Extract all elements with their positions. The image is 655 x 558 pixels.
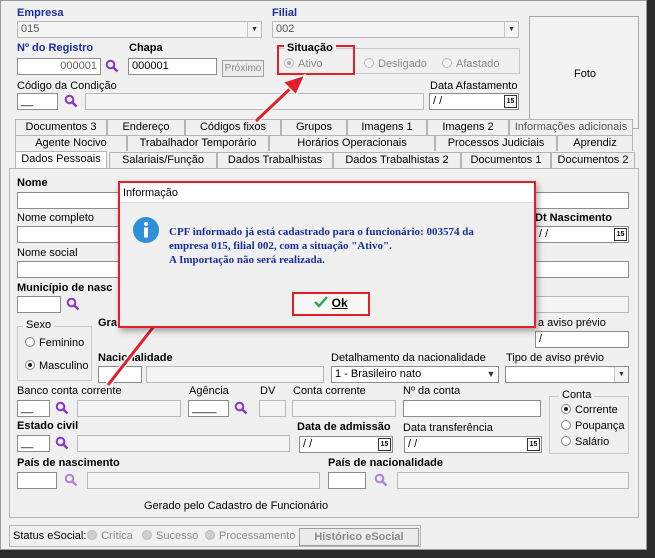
checkmark-icon [314, 296, 329, 308]
dialog-line-2: empresa 015, filial 002, com a situação … [169, 240, 392, 252]
dialog-line-1: CPF informado já está cadastrado para o … [169, 226, 474, 238]
ok-label: Ok [331, 296, 348, 310]
dialog-title: Informação [120, 183, 534, 203]
dialog-line-3: A Importação não será realizada. [169, 254, 325, 266]
info-dialog: Informação CPF informado já está cadastr… [118, 181, 536, 328]
dialog-message: CPF informado já está cadastrado para o … [169, 225, 539, 267]
ok-button[interactable]: Ok [292, 292, 370, 316]
info-icon [132, 216, 160, 244]
